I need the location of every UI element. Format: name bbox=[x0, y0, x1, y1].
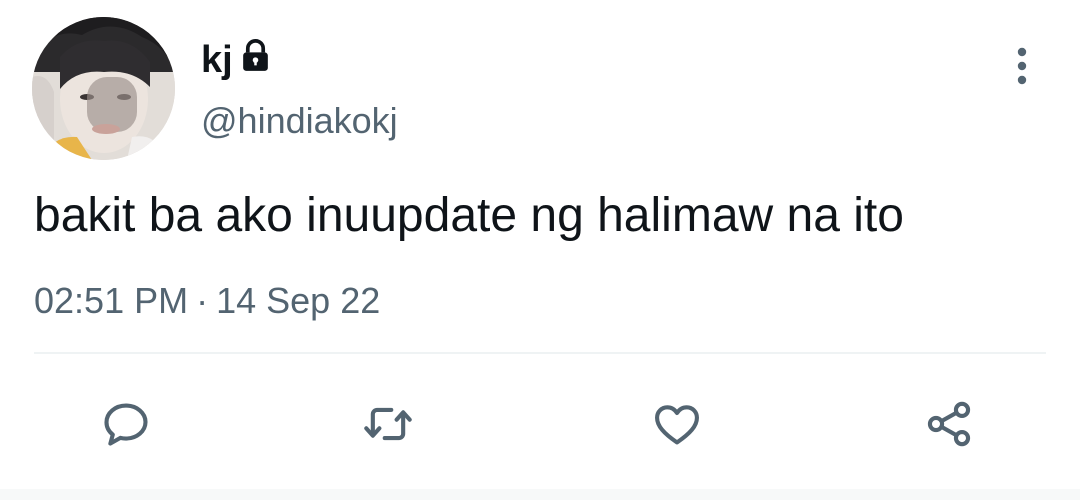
lock-icon bbox=[243, 39, 268, 71]
user-handle[interactable]: @hindiakokj bbox=[201, 100, 398, 142]
more-vertical-icon[interactable] bbox=[1002, 42, 1042, 92]
tweet-timestamp[interactable]: 02:51 PM · 14 Sep 22 bbox=[34, 280, 380, 322]
share-icon bbox=[927, 401, 971, 447]
retweet-button[interactable] bbox=[358, 396, 418, 452]
display-name[interactable]: kj bbox=[201, 38, 233, 82]
tweet-text: bakit ba ako inuupdate ng halimaw na ito bbox=[34, 189, 904, 242]
retweet-icon bbox=[364, 407, 412, 441]
avatar-photo bbox=[32, 17, 175, 160]
like-button[interactable] bbox=[647, 396, 707, 452]
heart-icon bbox=[655, 405, 699, 445]
bottom-border bbox=[0, 489, 1080, 500]
share-button[interactable] bbox=[919, 396, 979, 452]
tweet-date: 14 Sep 22 bbox=[216, 280, 381, 321]
timestamp-separator: · bbox=[196, 280, 209, 321]
avatar[interactable] bbox=[32, 17, 175, 160]
reply-button[interactable] bbox=[96, 396, 156, 452]
tweet-time: 02:51 PM bbox=[34, 280, 189, 321]
reply-icon bbox=[104, 403, 148, 446]
divider bbox=[34, 352, 1046, 354]
